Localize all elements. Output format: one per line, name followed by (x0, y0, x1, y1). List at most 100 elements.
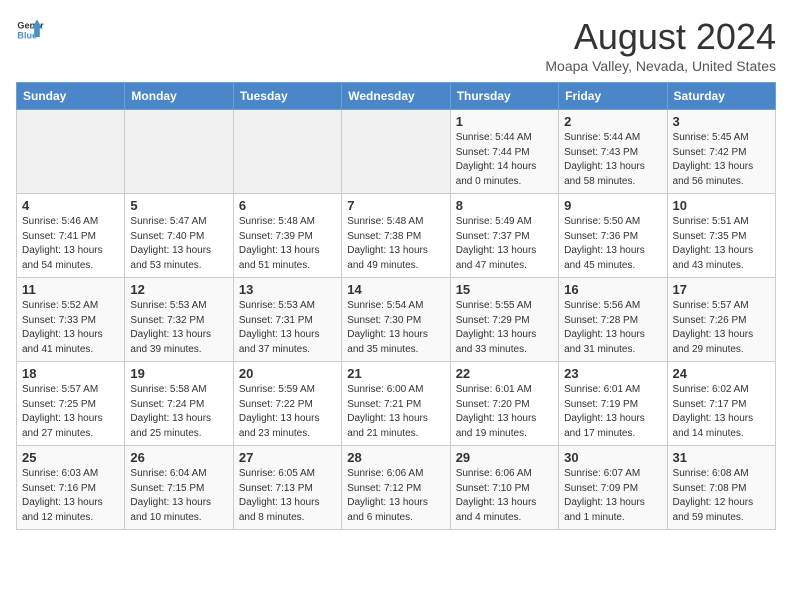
calendar-cell: 28Sunrise: 6:06 AM Sunset: 7:12 PM Dayli… (342, 446, 450, 530)
calendar-cell: 27 Sunrise: 6:05 AM Sunset: 7:13 PM Dayli… (233, 446, 341, 530)
day-info: Sunrise: 5:57 AM Sunset: 7:25 PM Dayligh… (22, 383, 119, 441)
calendar-cell: 5Sunrise: 5:47 AM Sunset: 7:40 PM Daylig… (125, 194, 233, 278)
day-info: Sunrise: 6:07 AM Sunset: 7:09 PM Dayligh… (564, 467, 661, 525)
calendar-cell: 31Sunrise: 6:08 AM Sunset: 7:08 PM Dayli… (667, 446, 775, 530)
day-info: Sunrise: 6:01 AM Sunset: 7:19 PM Dayligh… (564, 383, 661, 441)
calendar-cell: 20 Sunrise: 5:59 AM Sunset: 7:22 PM Dayli… (233, 362, 341, 446)
day-info: Sunrise: 6:05 AM Sunset: 7:13 PM Dayligh… (239, 467, 336, 525)
calendar-cell: 11 Sunrise: 5:52 AM Sunset: 7:33 PM Dayli… (17, 278, 125, 362)
calendar-cell: 26 Sunrise: 6:04 AM Sunset: 7:15 PM Dayli… (125, 446, 233, 530)
day-number: 6 (239, 198, 336, 213)
day-info: Sunrise: 5:57 AM Sunset: 7:26 PM Dayligh… (673, 299, 770, 357)
day-number: 22 (456, 366, 553, 381)
day-info: Sunrise: 5:54 AM Sunset: 7:30 PM Dayligh… (347, 299, 444, 357)
calendar-table: Sunday Monday Tuesday Wednesday Thursday… (16, 82, 776, 530)
day-info: Sunrise: 5:58 AM Sunset: 7:24 PM Dayligh… (130, 383, 227, 441)
header-monday: Monday (125, 83, 233, 110)
calendar-cell: 3Sunrise: 5:45 AM Sunset: 7:42 PM Daylig… (667, 110, 775, 194)
day-info: Sunrise: 5:59 AM Sunset: 7:22 PM Dayligh… (239, 383, 336, 441)
calendar-cell: 13 Sunrise: 5:53 AM Sunset: 7:31 PM Dayli… (233, 278, 341, 362)
calendar-cell: 21Sunrise: 6:00 AM Sunset: 7:21 PM Dayli… (342, 362, 450, 446)
day-number: 28 (347, 450, 444, 465)
day-number: 13 (239, 282, 336, 297)
day-number: 16 (564, 282, 661, 297)
calendar-cell: 8Sunrise: 5:49 AM Sunset: 7:37 PM Daylig… (450, 194, 558, 278)
day-info: Sunrise: 5:44 AM Sunset: 7:44 PM Dayligh… (456, 131, 553, 189)
day-number: 8 (456, 198, 553, 213)
day-number: 14 (347, 282, 444, 297)
title-area: August 2024 Moapa Valley, Nevada, United… (545, 16, 776, 74)
day-number: 11 (22, 282, 119, 297)
calendar-cell: 16 Sunrise: 5:56 AM Sunset: 7:28 PM Dayli… (559, 278, 667, 362)
calendar-cell: 19Sunrise: 5:58 AM Sunset: 7:24 PM Dayli… (125, 362, 233, 446)
day-number: 27 (239, 450, 336, 465)
day-number: 1 (456, 114, 553, 129)
day-number: 9 (564, 198, 661, 213)
day-info: Sunrise: 6:03 AM Sunset: 7:16 PM Dayligh… (22, 467, 119, 525)
day-info: Sunrise: 5:52 AM Sunset: 7:33 PM Dayligh… (22, 299, 119, 357)
calendar-cell: 4 Sunrise: 5:46 AM Sunset: 7:41 PM Daylig… (17, 194, 125, 278)
calendar-cell: 30 Sunrise: 6:07 AM Sunset: 7:09 PM Dayli… (559, 446, 667, 530)
day-number: 23 (564, 366, 661, 381)
calendar-cell: 22 Sunrise: 6:01 AM Sunset: 7:20 PM Dayli… (450, 362, 558, 446)
calendar-cell: 1 Sunrise: 5:44 AM Sunset: 7:44 PM Daylig… (450, 110, 558, 194)
calendar-cell (125, 110, 233, 194)
day-info: Sunrise: 5:44 AM Sunset: 7:43 PM Dayligh… (564, 131, 661, 189)
calendar-body: 1 Sunrise: 5:44 AM Sunset: 7:44 PM Daylig… (17, 110, 776, 530)
day-number: 24 (673, 366, 770, 381)
day-info: Sunrise: 6:06 AM Sunset: 7:10 PM Dayligh… (456, 467, 553, 525)
calendar-cell: 10Sunrise: 5:51 AM Sunset: 7:35 PM Dayli… (667, 194, 775, 278)
calendar-week-5: 25 Sunrise: 6:03 AM Sunset: 7:16 PM Dayli… (17, 446, 776, 530)
calendar-header: Sunday Monday Tuesday Wednesday Thursday… (17, 83, 776, 110)
day-info: Sunrise: 5:50 AM Sunset: 7:36 PM Dayligh… (564, 215, 661, 273)
day-info: Sunrise: 5:55 AM Sunset: 7:29 PM Dayligh… (456, 299, 553, 357)
logo: General Blue (16, 16, 44, 44)
day-number: 30 (564, 450, 661, 465)
day-info: Sunrise: 5:48 AM Sunset: 7:38 PM Dayligh… (347, 215, 444, 273)
day-number: 7 (347, 198, 444, 213)
day-info: Sunrise: 6:01 AM Sunset: 7:20 PM Dayligh… (456, 383, 553, 441)
day-number: 12 (130, 282, 227, 297)
day-number: 4 (22, 198, 119, 213)
day-number: 31 (673, 450, 770, 465)
day-number: 2 (564, 114, 661, 129)
calendar-cell: 12 Sunrise: 5:53 AM Sunset: 7:32 PM Dayli… (125, 278, 233, 362)
calendar-cell: 15 Sunrise: 5:55 AM Sunset: 7:29 PM Dayli… (450, 278, 558, 362)
svg-text:Blue: Blue (17, 30, 37, 40)
calendar-cell: 17Sunrise: 5:57 AM Sunset: 7:26 PM Dayli… (667, 278, 775, 362)
day-info: Sunrise: 5:45 AM Sunset: 7:42 PM Dayligh… (673, 131, 770, 189)
header-friday: Friday (559, 83, 667, 110)
calendar-cell: 2 Sunrise: 5:44 AM Sunset: 7:43 PM Daylig… (559, 110, 667, 194)
calendar-cell: 6 Sunrise: 5:48 AM Sunset: 7:39 PM Daylig… (233, 194, 341, 278)
calendar-cell: 14 Sunrise: 5:54 AM Sunset: 7:30 PM Dayli… (342, 278, 450, 362)
day-info: Sunrise: 5:48 AM Sunset: 7:39 PM Dayligh… (239, 215, 336, 273)
calendar-week-3: 11 Sunrise: 5:52 AM Sunset: 7:33 PM Dayli… (17, 278, 776, 362)
calendar-week-4: 18 Sunrise: 5:57 AM Sunset: 7:25 PM Dayli… (17, 362, 776, 446)
day-info: Sunrise: 5:47 AM Sunset: 7:40 PM Dayligh… (130, 215, 227, 273)
header-saturday: Saturday (667, 83, 775, 110)
day-number: 20 (239, 366, 336, 381)
day-number: 25 (22, 450, 119, 465)
location: Moapa Valley, Nevada, United States (545, 58, 776, 74)
calendar-week-2: 4 Sunrise: 5:46 AM Sunset: 7:41 PM Daylig… (17, 194, 776, 278)
header-thursday: Thursday (450, 83, 558, 110)
day-info: Sunrise: 5:56 AM Sunset: 7:28 PM Dayligh… (564, 299, 661, 357)
header-tuesday: Tuesday (233, 83, 341, 110)
day-info: Sunrise: 5:46 AM Sunset: 7:41 PM Dayligh… (22, 215, 119, 273)
day-info: Sunrise: 5:51 AM Sunset: 7:35 PM Dayligh… (673, 215, 770, 273)
header: General Blue August 2024 Moapa Valley, N… (16, 16, 776, 74)
day-number: 15 (456, 282, 553, 297)
header-row: Sunday Monday Tuesday Wednesday Thursday… (17, 83, 776, 110)
day-number: 18 (22, 366, 119, 381)
day-number: 21 (347, 366, 444, 381)
day-number: 26 (130, 450, 227, 465)
calendar-cell (233, 110, 341, 194)
calendar-cell (17, 110, 125, 194)
month-title: August 2024 (545, 16, 776, 58)
calendar-cell (342, 110, 450, 194)
day-info: Sunrise: 6:04 AM Sunset: 7:15 PM Dayligh… (130, 467, 227, 525)
day-info: Sunrise: 5:53 AM Sunset: 7:31 PM Dayligh… (239, 299, 336, 357)
day-info: Sunrise: 5:53 AM Sunset: 7:32 PM Dayligh… (130, 299, 227, 357)
day-number: 29 (456, 450, 553, 465)
calendar-cell: 24Sunrise: 6:02 AM Sunset: 7:17 PM Dayli… (667, 362, 775, 446)
